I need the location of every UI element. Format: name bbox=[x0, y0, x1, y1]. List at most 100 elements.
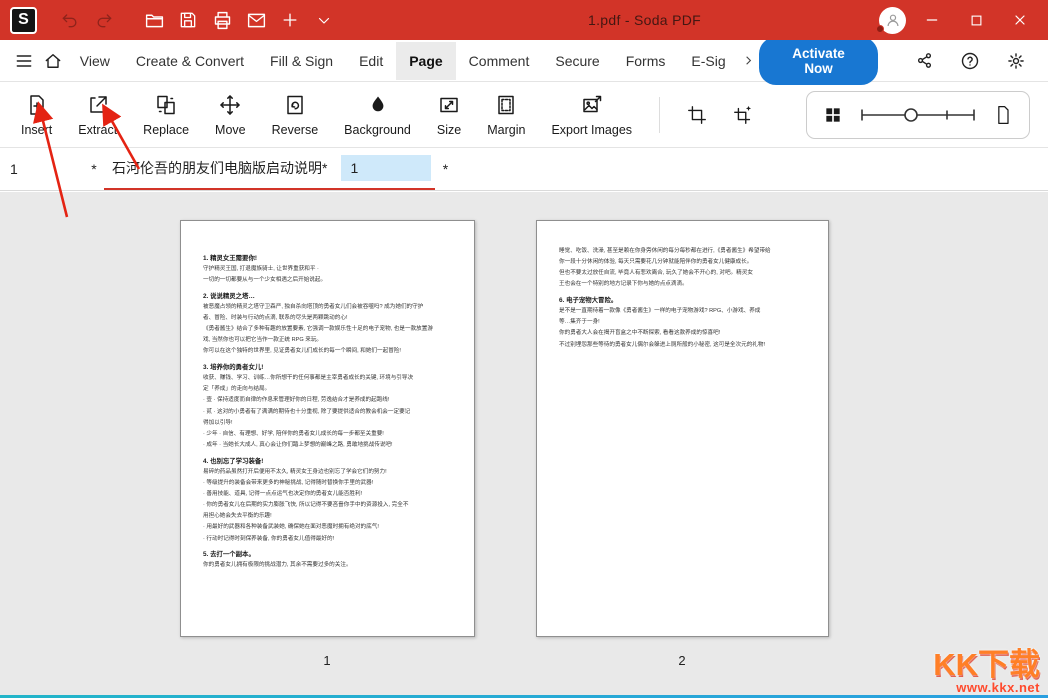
page-paragraph: 不过别埋怨那些等待的勇者女儿偶尔会躲进上厕所般的小秘密, 这可是全次元的礼物! bbox=[559, 341, 806, 350]
close-icon bbox=[1012, 12, 1028, 28]
tool-label: Replace bbox=[143, 123, 189, 137]
email-button[interactable] bbox=[239, 4, 273, 36]
titlebar: S 1.pdf - Soda PDF bbox=[0, 0, 1048, 40]
crop-icon bbox=[686, 104, 708, 126]
doc-index-field[interactable]: 1 bbox=[10, 161, 84, 177]
page-paragraph: 被恶魔占领的精灵之塔守卫森严, 独自杀向塔顶的勇者女儿们会被吞噬吗? 成为她们的… bbox=[203, 303, 452, 312]
move-page-button[interactable]: Move bbox=[202, 82, 259, 147]
hamburger-icon bbox=[14, 51, 34, 71]
page-2-text: 睡觉、吃饭、洗澡, 甚至是赖在你身旁休闲的每分每秒都在进行,《勇者酱生》希望带给… bbox=[559, 247, 806, 349]
page-paragraph: · 行动时记得时刻保养装备, 你的勇者女儿值得最好的! bbox=[203, 535, 452, 544]
quick-access-expand-button[interactable] bbox=[307, 4, 341, 36]
background-drop-icon bbox=[366, 93, 390, 117]
margin-icon bbox=[494, 93, 518, 117]
page-paragraph: · 等级提升的装备会带来更多的神秘挑战, 记得随时替换你手里的武器! bbox=[203, 479, 452, 488]
thumbnail-view-button[interactable] bbox=[823, 105, 843, 125]
crop-page-button[interactable] bbox=[674, 92, 720, 138]
single-page-icon bbox=[993, 103, 1013, 127]
page-2-number: 2 bbox=[662, 653, 702, 668]
activate-now-button[interactable]: Activate Now bbox=[759, 37, 878, 85]
page-paragraph: 定「养成」的走向与结局。 bbox=[203, 385, 452, 394]
main-menu-button[interactable] bbox=[10, 43, 38, 79]
insert-page-button[interactable]: Insert bbox=[8, 82, 65, 147]
zoom-slider[interactable] bbox=[859, 104, 977, 126]
toolbar-divider bbox=[659, 97, 660, 133]
tab-create-convert[interactable]: Create & Convert bbox=[123, 42, 257, 80]
save-button[interactable] bbox=[171, 4, 205, 36]
plus-icon bbox=[280, 10, 300, 30]
tool-label: Size bbox=[437, 123, 461, 137]
export-images-icon bbox=[580, 93, 604, 117]
page-toolbar: Insert Extract Replace Move Reverse Back… bbox=[0, 82, 1048, 148]
page-heading: 3. 培养你的勇者女儿! bbox=[203, 362, 452, 371]
notification-dot bbox=[876, 25, 884, 33]
redo-icon bbox=[94, 10, 114, 30]
tool-label: Move bbox=[215, 123, 246, 137]
auto-crop-button[interactable] bbox=[720, 92, 766, 138]
add-button[interactable] bbox=[273, 4, 307, 36]
page-paragraph: 王也会在一个特别的地方记录下你与她的点点滴滴。 bbox=[559, 280, 806, 289]
page-number-field[interactable]: 1 bbox=[341, 155, 431, 181]
page-paragraph: 等…集齐于一身! bbox=[559, 318, 806, 327]
extract-page-button[interactable]: Extract bbox=[65, 82, 130, 147]
zoom-slider-knob bbox=[905, 109, 917, 121]
page-paragraph: 易碎的药品虽然打开后便用不太久, 精灵女王身边也别忘了学会它们的努力! bbox=[203, 468, 452, 477]
minimize-button[interactable] bbox=[914, 4, 950, 36]
auto-crop-icon bbox=[732, 104, 754, 126]
tab-secure[interactable]: Secure bbox=[542, 42, 612, 80]
pdf-page-1[interactable]: 1. 精灵女王需要你!守护精灵王国, 打退魔族骑士, 让世界重获和平 ·一切的一… bbox=[180, 220, 475, 637]
reverse-page-icon bbox=[283, 93, 307, 117]
gear-icon bbox=[1006, 51, 1026, 71]
page-paragraph: 《勇者酱生》结合了多种有趣的放置要素, 它强调一款娱乐性十足的电子宠物, 也是一… bbox=[203, 325, 452, 334]
maximize-button[interactable] bbox=[958, 4, 994, 36]
settings-button[interactable] bbox=[998, 43, 1034, 79]
home-icon bbox=[43, 51, 63, 71]
home-button[interactable] bbox=[38, 43, 66, 79]
tab-esign[interactable]: E-Sig bbox=[678, 42, 738, 80]
move-page-icon bbox=[218, 93, 242, 117]
menu-scroll-right-button[interactable] bbox=[739, 46, 760, 76]
page-paragraph: 一切的一切都要从与一个少女相遇之后开始说起。 bbox=[203, 276, 452, 285]
redo-button[interactable] bbox=[87, 4, 121, 36]
view-zoom-controls bbox=[806, 91, 1030, 139]
window-title: 1.pdf - Soda PDF bbox=[588, 12, 701, 28]
document-tab-row: 1 * 石河伦吾的朋友们电脑版启动说明* 1 * bbox=[0, 148, 1048, 191]
tab-edit[interactable]: Edit bbox=[346, 42, 396, 80]
undo-button[interactable] bbox=[53, 4, 87, 36]
size-button[interactable]: Size bbox=[424, 82, 474, 147]
tool-label: Insert bbox=[21, 123, 52, 137]
user-icon bbox=[884, 11, 902, 29]
page-paragraph: · 成年 · 当她长大成人, 真心会让你们踏上梦想的巅峰之路, 勇敢地挑战传说吧… bbox=[203, 441, 452, 450]
tab-fill-sign[interactable]: Fill & Sign bbox=[257, 42, 346, 80]
replace-page-button[interactable]: Replace bbox=[130, 82, 202, 147]
reverse-page-button[interactable]: Reverse bbox=[259, 82, 332, 147]
help-icon bbox=[960, 51, 980, 71]
page-paragraph: · 用最好的武器和各种装备武装她, 确保她在面对恶魔时拥有绝对的底气! bbox=[203, 523, 452, 532]
page-paragraph: · 善用技能、道具, 记得一点点运气也决定你的勇者女儿能否胜利! bbox=[203, 490, 452, 499]
export-images-button[interactable]: Export Images bbox=[538, 82, 645, 147]
close-button[interactable] bbox=[1002, 4, 1038, 36]
page-paragraph: · 少年 · 自信、有理想、好学, 陪伴你的勇者女儿成长的每一步都至关重要! bbox=[203, 430, 452, 439]
size-icon bbox=[437, 93, 461, 117]
help-button[interactable] bbox=[952, 43, 988, 79]
page-paragraph: 你一段十分休闲的体验, 每天只需要花几分钟就能陪伴你的勇者女儿健康成长。 bbox=[559, 258, 806, 267]
tab-page[interactable]: Page bbox=[396, 42, 455, 80]
background-button[interactable]: Background bbox=[331, 82, 424, 147]
unsaved-indicator: * bbox=[435, 161, 455, 177]
tab-comment[interactable]: Comment bbox=[456, 42, 543, 80]
maximize-icon bbox=[969, 13, 984, 28]
margin-button[interactable]: Margin bbox=[474, 82, 538, 147]
document-tab[interactable]: 石河伦吾的朋友们电脑版启动说明* 1 bbox=[104, 148, 435, 190]
single-page-view-button[interactable] bbox=[993, 103, 1013, 127]
page-paragraph: 戏, 当然你也可以把它当作一款正统 RPG 来玩。 bbox=[203, 336, 452, 345]
document-canvas[interactable]: 1. 精灵女王需要你!守护精灵王国, 打退魔族骑士, 让世界重获和平 ·一切的一… bbox=[0, 192, 1048, 698]
tab-forms[interactable]: Forms bbox=[613, 42, 679, 80]
pdf-page-2[interactable]: 睡觉、吃饭、洗澡, 甚至是赖在你身旁休闲的每分每秒都在进行,《勇者酱生》希望带给… bbox=[536, 220, 829, 637]
share-button[interactable] bbox=[906, 43, 942, 79]
print-button[interactable] bbox=[205, 4, 239, 36]
page-paragraph: 是不是一直期待着一款像《勇者酱生》一样的电子宠物游戏? RPG、小游戏、养成 bbox=[559, 307, 806, 316]
tab-view[interactable]: View bbox=[67, 42, 123, 80]
page-paragraph: 守护精灵王国, 打退魔族骑士, 让世界重获和平 · bbox=[203, 265, 452, 274]
user-account-button[interactable] bbox=[879, 7, 906, 34]
open-file-button[interactable] bbox=[137, 4, 171, 36]
